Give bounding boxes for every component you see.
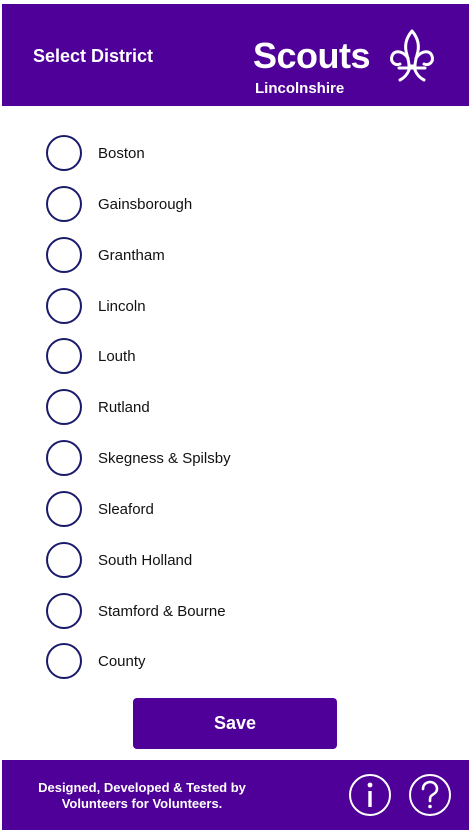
logo-subtitle: Lincolnshire: [255, 80, 345, 97]
scouts-logo: Scouts Lincolnshire: [253, 24, 458, 104]
district-option-boston[interactable]: Boston: [46, 133, 426, 173]
fleur-de-lis-icon: [390, 29, 434, 82]
district-option-grantham[interactable]: Grantham: [46, 235, 426, 275]
footer-line-1: Designed, Developed & Tested by: [38, 780, 246, 795]
footer-credits: Designed, Developed & Tested by Voluntee…: [32, 780, 252, 812]
district-option-county[interactable]: County: [46, 641, 426, 681]
district-label: Gainsborough: [98, 195, 193, 213]
district-option-gainsborough[interactable]: Gainsborough: [46, 184, 426, 224]
radio-button[interactable]: [46, 186, 82, 222]
district-option-sleaford[interactable]: Sleaford: [46, 489, 426, 529]
footer-bar: Designed, Developed & Tested by Voluntee…: [2, 760, 469, 830]
district-option-skegness-spilsby[interactable]: Skegness & Spilsby: [46, 438, 426, 478]
radio-button[interactable]: [46, 643, 82, 679]
help-icon: [421, 780, 439, 809]
district-option-stamford-bourne[interactable]: Stamford & Bourne: [46, 591, 426, 631]
save-button[interactable]: Save: [133, 698, 337, 749]
district-label: Grantham: [98, 246, 165, 264]
district-option-rutland[interactable]: Rutland: [46, 387, 426, 427]
radio-button[interactable]: [46, 135, 82, 171]
radio-button[interactable]: [46, 491, 82, 527]
radio-button[interactable]: [46, 440, 82, 476]
district-label: Boston: [98, 144, 145, 162]
district-option-south-holland[interactable]: South Holland: [46, 540, 426, 580]
district-label: Louth: [98, 347, 136, 365]
radio-button[interactable]: [46, 389, 82, 425]
district-label: South Holland: [98, 551, 193, 569]
radio-button[interactable]: [46, 338, 82, 374]
radio-button[interactable]: [46, 542, 82, 578]
info-icon: [367, 782, 373, 807]
radio-button[interactable]: [46, 288, 82, 324]
header-bar: Select District Scouts Lincolnshire: [2, 4, 469, 106]
logo-wordmark: Scouts: [253, 35, 371, 76]
footer-line-2: Volunteers for Volunteers.: [61, 796, 223, 811]
district-option-louth[interactable]: Louth: [46, 336, 426, 376]
app-frame: Select District Scouts Lincolnshire Bost…: [2, 2, 469, 830]
help-button[interactable]: [409, 774, 451, 816]
district-option-lincoln[interactable]: Lincoln: [46, 286, 426, 326]
district-label: Lincoln: [98, 297, 146, 315]
district-label: County: [98, 652, 146, 670]
district-label: Stamford & Bourne: [98, 602, 226, 620]
radio-button[interactable]: [46, 593, 82, 629]
info-button[interactable]: [349, 774, 391, 816]
radio-button[interactable]: [46, 237, 82, 273]
page-title: Select District: [33, 46, 154, 66]
district-label: Skegness & Spilsby: [98, 449, 231, 467]
district-label: Rutland: [98, 398, 150, 416]
district-label: Sleaford: [98, 500, 154, 518]
